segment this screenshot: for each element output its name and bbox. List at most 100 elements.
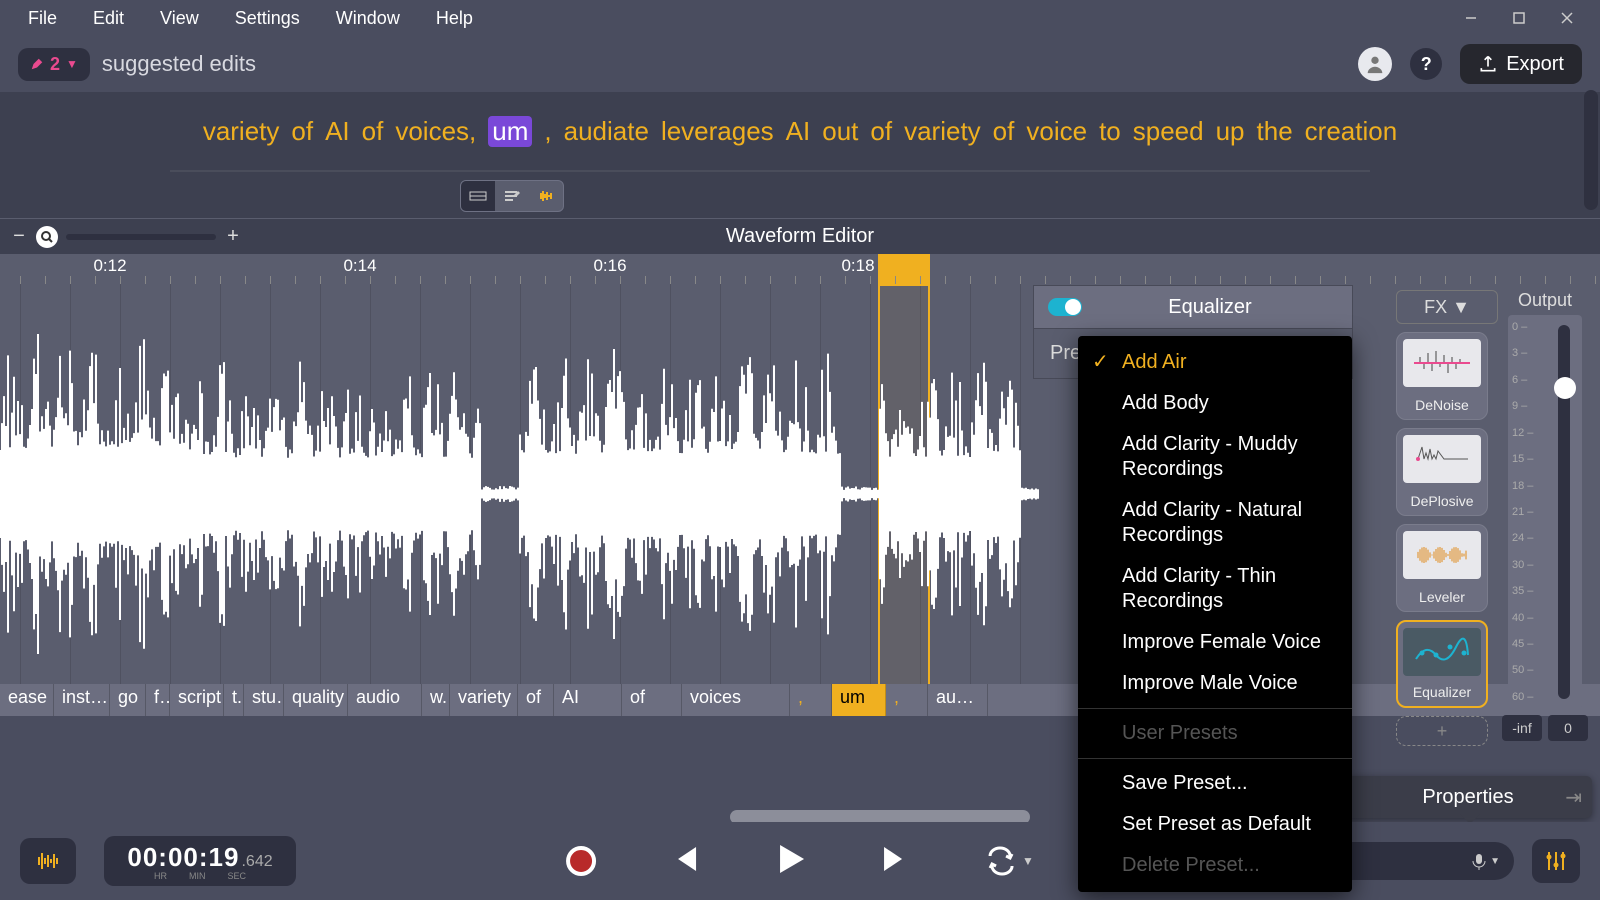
meter-scale: 0 –3 –6 –9 –12 –15 –18 –21 –24 –30 –35 –… [1512, 321, 1533, 703]
fx-label: DeNoise [1415, 397, 1469, 413]
loop-button[interactable]: ▼ [984, 846, 1034, 876]
preset-option[interactable]: Add Air [1078, 342, 1352, 383]
word-cell[interactable]: , [886, 684, 928, 716]
equalizer-toggle[interactable] [1048, 298, 1082, 316]
zoom-slider[interactable] [66, 234, 216, 240]
transcript-text[interactable]: variety of AI of voices, um, audiate leverages A… [40, 116, 1560, 147]
waveform-mode-button[interactable] [20, 838, 76, 884]
fx-header[interactable]: FX ▼ [1396, 290, 1498, 324]
meter-thumb[interactable] [1554, 377, 1576, 399]
minimize-button[interactable] [1448, 4, 1494, 32]
transcript-word[interactable]: , [544, 116, 551, 147]
word-cell[interactable]: inst… [54, 684, 110, 716]
transcript-word[interactable]: creation [1305, 116, 1398, 147]
word-strip: easeinst…gof…scriptt.stu…qualityaudiow.v… [0, 684, 1600, 716]
transcript-word[interactable]: of [870, 116, 892, 147]
word-cell[interactable]: AI [554, 684, 622, 716]
transcript-word[interactable]: variety [203, 116, 280, 147]
transcript-word[interactable]: out [822, 116, 858, 147]
menu-help[interactable]: Help [418, 4, 491, 33]
word-cell[interactable]: f… [146, 684, 170, 716]
waveform-area[interactable]: easeinst…gof…scriptt.stu…qualityaudiow.v… [0, 284, 1600, 716]
play-button[interactable] [772, 841, 808, 882]
preset-option[interactable]: Set Preset as Default [1078, 804, 1352, 845]
menu-edit[interactable]: Edit [75, 4, 142, 33]
zoom-in-button[interactable]: + [224, 225, 242, 248]
word-cell[interactable]: t. [224, 684, 244, 716]
word-cell[interactable]: of [518, 684, 554, 716]
record-button[interactable] [566, 846, 596, 876]
preset-option[interactable]: Add Clarity - Thin Recordings [1078, 556, 1352, 622]
transcript-word[interactable]: to [1099, 116, 1121, 147]
previous-button[interactable] [666, 841, 702, 882]
export-button[interactable]: Export [1460, 44, 1582, 84]
fx-card-leveler[interactable]: Leveler [1396, 524, 1488, 612]
transcript-word[interactable]: up [1216, 116, 1245, 147]
magnifier-icon[interactable] [36, 226, 58, 248]
preset-option[interactable]: Add Body [1078, 383, 1352, 424]
help-button[interactable]: ? [1410, 48, 1442, 80]
avatar[interactable] [1358, 47, 1392, 81]
transcript-word[interactable]: um [488, 116, 532, 147]
word-cell[interactable]: audio [348, 684, 422, 716]
word-cell[interactable]: variety [450, 684, 518, 716]
menu-file[interactable]: File [10, 4, 75, 33]
output-column: Output 0 –3 –6 –9 –12 –15 –18 –21 –24 –3… [1498, 290, 1592, 741]
transcript-word[interactable]: of [291, 116, 313, 147]
transcript-word[interactable]: speed [1133, 116, 1204, 147]
transcript-word[interactable]: voice [1026, 116, 1087, 147]
mode-selection-button[interactable] [461, 181, 495, 211]
word-cell[interactable]: w. [422, 684, 450, 716]
preset-option[interactable]: Add Clarity - Natural Recordings [1078, 490, 1352, 556]
close-button[interactable] [1544, 4, 1590, 32]
transcript-word[interactable]: audiate [564, 116, 649, 147]
word-cell[interactable]: quality [284, 684, 348, 716]
transcript-word[interactable]: variety [904, 116, 981, 147]
word-cell[interactable]: script [170, 684, 224, 716]
word-cell[interactable]: au… [928, 684, 988, 716]
word-cell[interactable]: stu… [244, 684, 284, 716]
properties-button[interactable]: Properties ⇥ [1344, 776, 1592, 818]
preset-option: User Presets [1078, 713, 1352, 754]
transcript-word[interactable]: AI [786, 116, 811, 147]
fx-card-denoise[interactable]: DeNoise [1396, 332, 1488, 420]
suggested-edits-count[interactable]: 2 ▼ [18, 48, 90, 81]
word-cell[interactable]: of [622, 684, 682, 716]
transcript-word[interactable]: AI [325, 116, 350, 147]
transcript-word[interactable]: the [1257, 116, 1293, 147]
preset-option[interactable]: Add Clarity - Muddy Recordings [1078, 424, 1352, 490]
preset-option[interactable]: Improve Female Voice [1078, 622, 1352, 663]
next-button[interactable] [878, 841, 914, 882]
mixer-button[interactable] [1532, 839, 1580, 883]
mode-waveform-button[interactable] [529, 181, 563, 211]
word-cell[interactable]: um [832, 684, 886, 716]
timecode-display[interactable]: 00:00:19 .642 HRMINSEC [104, 836, 296, 886]
toolbar: 2 ▼ suggested edits ? Export [0, 36, 1600, 92]
menu-window[interactable]: Window [318, 4, 418, 33]
transcript-word[interactable]: of [362, 116, 384, 147]
vertical-scrollbar[interactable] [1584, 90, 1598, 210]
fx-card-deplosive[interactable]: DePlosive [1396, 428, 1488, 516]
zoom-controls: − + [10, 225, 242, 248]
time-ruler[interactable]: 0:120:140:160:18 [0, 254, 1600, 284]
word-cell[interactable]: go [110, 684, 146, 716]
output-meter[interactable]: 0 –3 –6 –9 –12 –15 –18 –21 –24 –30 –35 –… [1508, 315, 1582, 709]
transcript-word[interactable]: voices, [395, 116, 476, 147]
selection-marker [878, 254, 930, 284]
fx-add-slot[interactable]: + [1396, 716, 1488, 746]
transcript-word[interactable]: leverages [661, 116, 774, 147]
maximize-button[interactable] [1496, 4, 1542, 32]
transcript-word[interactable]: of [993, 116, 1015, 147]
preset-option[interactable]: Improve Male Voice [1078, 663, 1352, 704]
export-icon [1478, 54, 1498, 74]
menu-settings[interactable]: Settings [217, 4, 318, 33]
menu-view[interactable]: View [142, 4, 217, 33]
zoom-out-button[interactable]: − [10, 225, 28, 248]
fx-card-equalizer[interactable]: Equalizer [1396, 620, 1488, 708]
word-cell[interactable]: voices [682, 684, 790, 716]
preset-option[interactable]: Save Preset... [1078, 763, 1352, 804]
mode-script-button[interactable] [495, 181, 529, 211]
word-cell[interactable]: , [790, 684, 832, 716]
fx-thumb [1403, 435, 1481, 483]
word-cell[interactable]: ease [0, 684, 54, 716]
